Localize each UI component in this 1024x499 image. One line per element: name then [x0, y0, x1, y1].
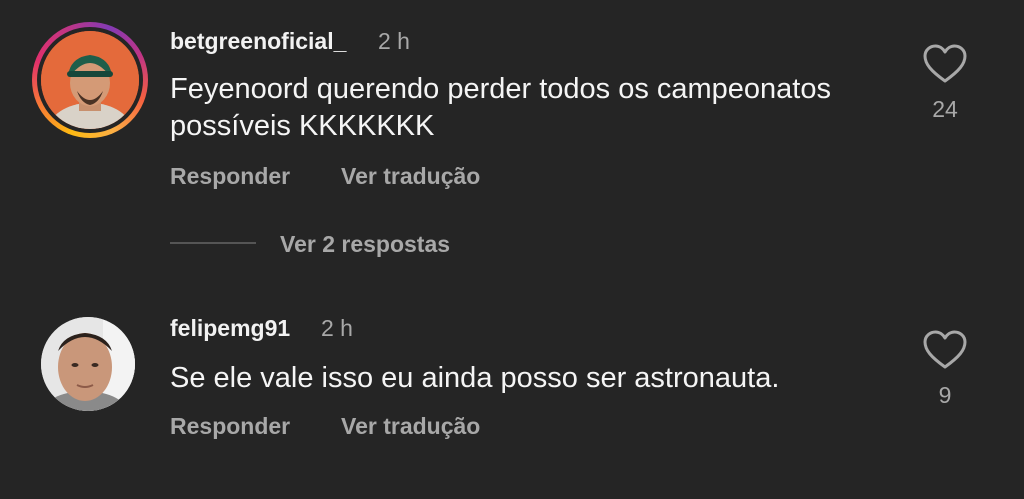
- comment-text: Se ele vale isso eu ainda posso ser astr…: [170, 362, 780, 394]
- heart-outline-icon[interactable]: [923, 330, 967, 370]
- comment-timestamp: 2 h: [378, 28, 410, 54]
- like-count: 24: [932, 96, 958, 122]
- translate-button[interactable]: Ver tradução: [341, 163, 480, 190]
- translate-button[interactable]: Ver tradução: [341, 413, 480, 440]
- comment-username[interactable]: betgreenoficial_: [170, 28, 346, 55]
- like-count: 9: [938, 382, 952, 408]
- heart-outline-icon[interactable]: [923, 44, 967, 84]
- comment-text: Feyenoord querendo perder todos os campe…: [170, 73, 831, 142]
- comments-panel: betgreenoficial_ 2 h Feyenoord querendo …: [0, 0, 1024, 499]
- comment-item: betgreenoficial_ 2 h Feyenoord querendo …: [0, 0, 1024, 280]
- user-photo-icon: [41, 31, 139, 129]
- avatar[interactable]: [32, 22, 148, 138]
- view-replies-button[interactable]: Ver 2 respostas: [280, 231, 450, 258]
- comment-timestamp: 2 h: [321, 315, 353, 341]
- replies-divider: [170, 242, 256, 244]
- comment-item: felipemg91 2 h Se ele vale isso eu ainda…: [0, 300, 1024, 499]
- comment-username[interactable]: felipemg91: [170, 315, 290, 342]
- reply-button[interactable]: Responder: [170, 163, 290, 190]
- avatar[interactable]: [41, 317, 135, 411]
- user-photo-icon: [41, 317, 135, 411]
- reply-button[interactable]: Responder: [170, 413, 290, 440]
